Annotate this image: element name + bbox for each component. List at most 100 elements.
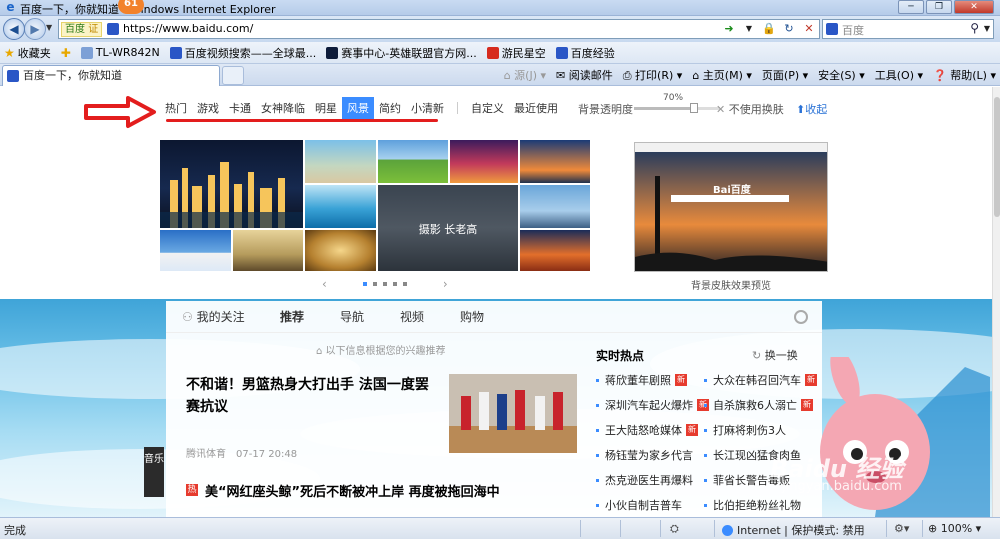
print-button[interactable]: ⎙ 打印(R) ▾: [623, 67, 683, 83]
hot-item[interactable]: 蒋欣董年剧照新: [596, 372, 687, 388]
new-badge: 新: [801, 399, 813, 411]
scrollbar-thumb[interactable]: [994, 97, 1000, 217]
skin-thumb-lake-silhouette[interactable]: 摄影 长老高: [378, 185, 518, 271]
article-source[interactable]: 腾讯体育: [186, 449, 226, 460]
pager-dot[interactable]: [392, 282, 397, 286]
skin-thumb-golden-dome[interactable]: [305, 230, 376, 271]
tab-baidu[interactable]: 百度一下，你就知道: [2, 65, 220, 86]
read-mail-button[interactable]: ✉ 阅读邮件: [556, 67, 613, 83]
skin-thumb-misty-hills[interactable]: [233, 230, 303, 271]
skin-category[interactable]: 小清新: [406, 97, 449, 119]
safety-menu[interactable]: 安全(S) ▾: [818, 67, 865, 83]
favorite-link[interactable]: 赛事中心-英雄联盟官方网...: [326, 45, 477, 61]
favorite-link[interactable]: TL-WR842N: [80, 46, 160, 59]
back-button[interactable]: ◀: [3, 18, 25, 40]
tab-shopping[interactable]: 购物: [442, 308, 502, 325]
skin-category[interactable]: 卡通: [224, 97, 256, 119]
star-icon: ★: [4, 45, 15, 60]
pager-dot[interactable]: [402, 282, 407, 286]
page-menu[interactable]: 页面(P) ▾: [762, 67, 808, 83]
hot-item[interactable]: 王大陆怒呛媒体新: [596, 422, 698, 438]
compat-view-icon[interactable]: ➜: [721, 21, 737, 37]
tools-menu[interactable]: 工具(O) ▾: [875, 67, 923, 83]
skin-category[interactable]: 明星: [310, 97, 342, 119]
new-tab-button[interactable]: [222, 66, 244, 85]
favorite-link[interactable]: 百度视频搜索——全球最...: [169, 45, 316, 61]
opacity-slider[interactable]: [634, 103, 720, 113]
custom-skin-link[interactable]: 自定义: [466, 97, 509, 119]
skin-thumb-city-night[interactable]: [160, 140, 303, 228]
music-tab[interactable]: 音乐: [144, 447, 164, 497]
recent-pages-dropdown-icon[interactable]: ▼: [46, 23, 52, 32]
hot-item[interactable]: 比伯拒绝粉丝礼物: [704, 497, 801, 513]
url-text[interactable]: https://www.baidu.com/: [123, 22, 253, 35]
refresh-icon[interactable]: ↻: [781, 21, 797, 37]
hot-item[interactable]: 深圳汽车起火爆炸新: [596, 397, 709, 413]
hot-item[interactable]: 大众在韩召回汽车新: [704, 372, 817, 388]
address-dropdown-icon[interactable]: ▼: [741, 21, 757, 37]
hot-item[interactable]: 小伙自制吉普车: [596, 497, 682, 513]
search-icon[interactable]: ⚲: [970, 21, 979, 35]
feeds-button[interactable]: ⌂ 源(J) ▾: [504, 67, 546, 83]
article-title-2[interactable]: 美“网红座头鲸”死后不断被冲上岸 再度被拖回海中: [205, 481, 500, 500]
forward-button[interactable]: ▶: [24, 18, 46, 40]
skin-category-active[interactable]: 风景: [342, 97, 374, 119]
search-box[interactable]: 百度 ⚲ ▼: [822, 19, 994, 39]
pager-dot-active[interactable]: [362, 282, 367, 286]
tab-navigation[interactable]: 导航: [322, 308, 382, 325]
skin-thumb-green-field[interactable]: [378, 140, 448, 183]
search-input[interactable]: 百度: [842, 22, 864, 38]
notification-badge[interactable]: 61: [118, 0, 144, 14]
skin-category[interactable]: 热门: [160, 97, 192, 119]
protected-mode-icon[interactable]: ⚙▾: [894, 522, 909, 535]
page-scrollbar[interactable]: [992, 87, 1000, 517]
pager-dot[interactable]: [382, 282, 387, 286]
favorite-link[interactable]: 游民星空: [486, 45, 546, 61]
skin-thumb-desert-sunset[interactable]: [520, 230, 590, 271]
skin-thumb-blue-sea[interactable]: [305, 185, 376, 228]
skin-thumb-dusk[interactable]: [520, 140, 590, 183]
collapse-button[interactable]: ⬆收起: [796, 101, 827, 117]
home-button[interactable]: ⌂ 主页(M) ▾: [692, 67, 752, 83]
hot-item[interactable]: 打麻将刺伤3人: [704, 422, 786, 438]
recent-skin-link[interactable]: 最近使用: [509, 97, 563, 119]
tab-video[interactable]: 视频: [382, 308, 442, 325]
skin-thumb-ferris-wheel[interactable]: [520, 185, 590, 228]
minimize-button[interactable]: ─: [898, 0, 924, 14]
favorite-link[interactable]: 百度经验: [555, 45, 615, 61]
close-window-button[interactable]: ✕: [954, 0, 994, 14]
new-badge: 新: [686, 424, 698, 436]
stop-icon[interactable]: ✕: [801, 21, 817, 37]
hot-item[interactable]: 杰克逊医生再爆料: [596, 472, 693, 488]
pager-prev-button[interactable]: ‹: [322, 277, 327, 291]
opacity-slider-handle[interactable]: [690, 103, 699, 113]
skin-category[interactable]: 游戏: [192, 97, 224, 119]
tab-my-follow[interactable]: ⚇ 我的关注: [166, 308, 262, 325]
favorites-button[interactable]: ★ 收藏夹: [4, 45, 51, 61]
skin-category[interactable]: 女神降临: [256, 97, 310, 119]
no-skin-button[interactable]: ✕ 不使用换肤: [716, 101, 784, 117]
add-favorite-button[interactable]: ✚: [61, 46, 71, 60]
zoom-level[interactable]: ⊕ 100% ▾: [928, 522, 981, 535]
address-bar[interactable]: 百度 证 https://www.baidu.com/ ➜ ▼ 🔒 ↻ ✕: [58, 19, 820, 39]
skin-thumb-santorini[interactable]: [160, 230, 231, 271]
security-status-icon[interactable]: ⛭: [670, 522, 679, 536]
help-menu[interactable]: ❓ 帮助(L) ▾: [933, 67, 996, 83]
refresh-hot-button[interactable]: ↻ 换一换: [752, 347, 798, 363]
search-options-dropdown-icon[interactable]: ▼: [984, 24, 990, 33]
lock-icon[interactable]: 🔒: [761, 21, 777, 37]
skin-thumb-coast-town[interactable]: [305, 140, 376, 183]
pager-dot[interactable]: [372, 282, 377, 286]
hot-item[interactable]: 自杀旗救6人溺亡新: [704, 397, 813, 413]
skin-category[interactable]: 简约: [374, 97, 406, 119]
article-image[interactable]: [449, 374, 577, 453]
gear-icon[interactable]: [794, 310, 808, 324]
hot-item[interactable]: 杨钰莹为家乡代言: [596, 447, 693, 463]
security-zone[interactable]: Internet | 保护模式: 禁用: [722, 522, 865, 538]
tab-recommend[interactable]: 推荐: [262, 308, 322, 325]
pager-next-button[interactable]: ›: [443, 277, 448, 291]
site-verified-tag[interactable]: 百度 证: [61, 22, 103, 37]
skin-thumb-red-sunset[interactable]: [450, 140, 518, 183]
article-title[interactable]: 不和谐！男篮热身大打出手 法国一度罢赛抗议: [186, 374, 436, 418]
maximize-button[interactable]: ❐: [926, 0, 952, 14]
